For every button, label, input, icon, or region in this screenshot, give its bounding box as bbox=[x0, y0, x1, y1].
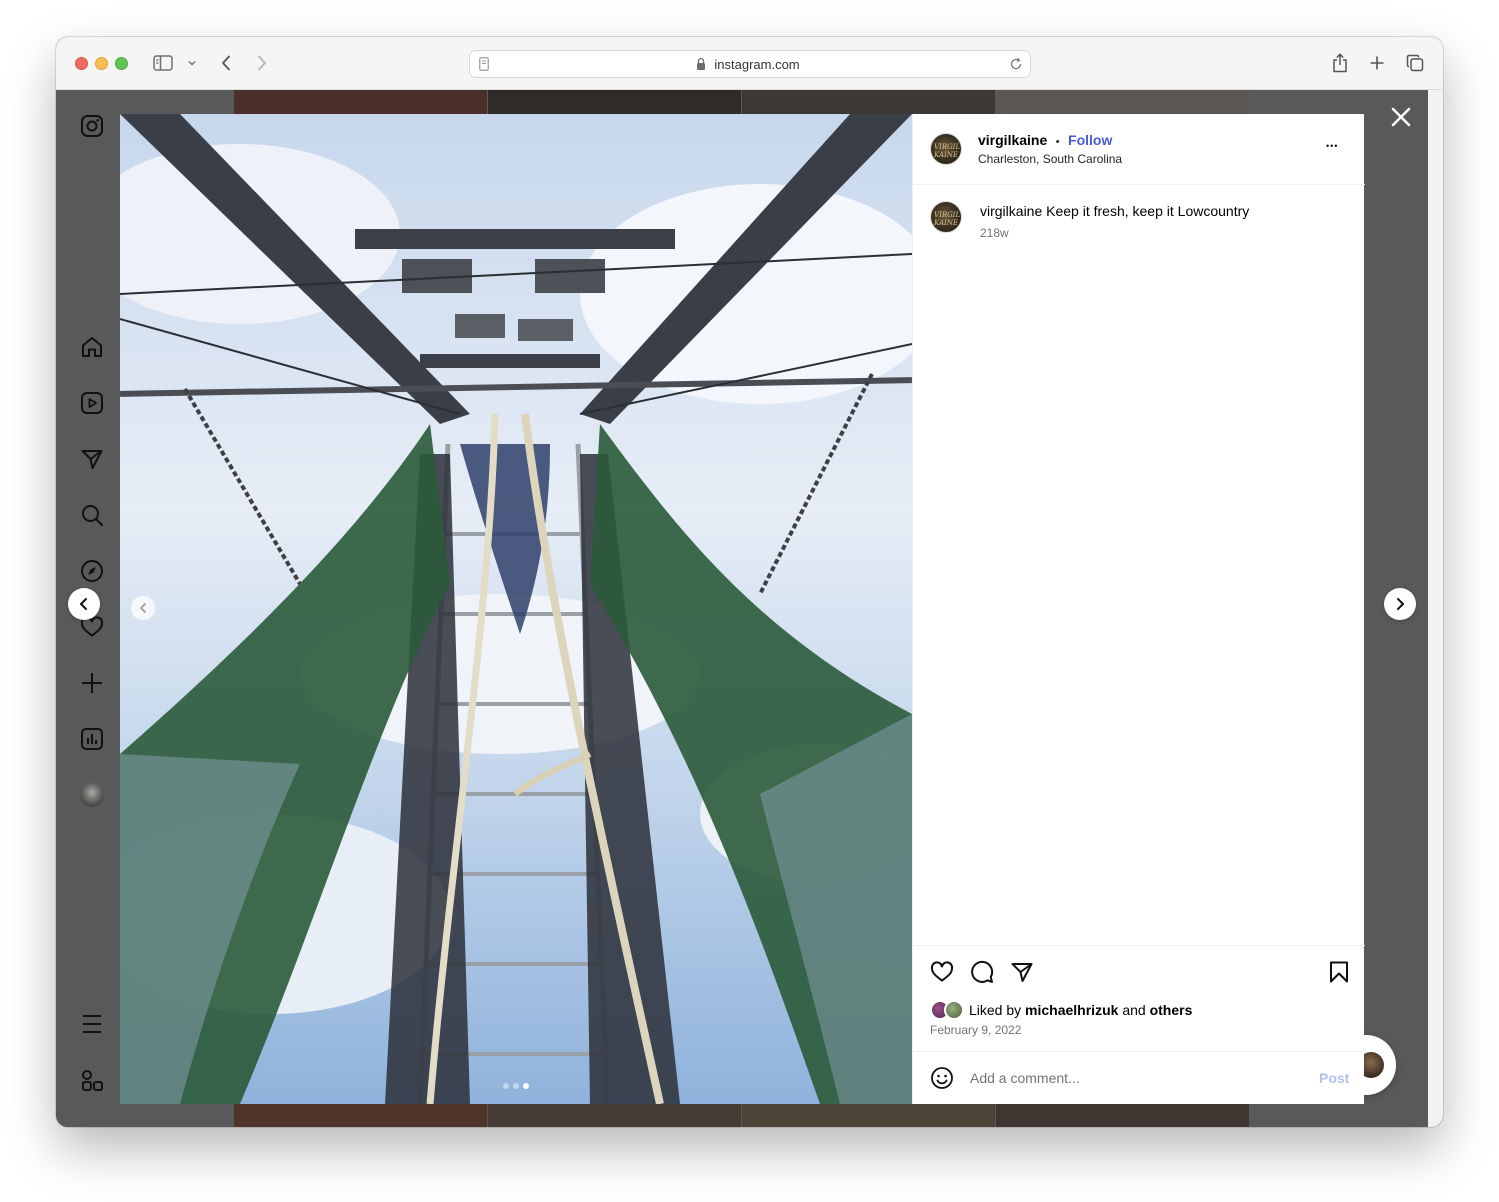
back-icon[interactable] bbox=[218, 51, 234, 75]
grid-thumbnail[interactable] bbox=[488, 90, 741, 114]
search-icon[interactable] bbox=[80, 503, 104, 527]
post-location[interactable]: Charleston, South Carolina bbox=[978, 152, 1122, 166]
grid-thumbnail[interactable] bbox=[234, 1104, 487, 1127]
separator-dot: • bbox=[1055, 136, 1060, 148]
grid-thumbnail[interactable] bbox=[742, 1104, 995, 1127]
carousel-dot bbox=[513, 1083, 519, 1089]
scrollbar[interactable] bbox=[1428, 90, 1443, 1127]
next-post-button[interactable] bbox=[1384, 588, 1416, 620]
avatar-logo-text: VIRGIL KAINE bbox=[934, 143, 961, 159]
chevron-down-icon[interactable] bbox=[186, 51, 198, 75]
comment-divider bbox=[913, 1051, 1365, 1052]
threads-apps-icon[interactable] bbox=[80, 1068, 104, 1092]
caption-age[interactable]: 218w bbox=[980, 226, 1009, 240]
browser-window: instagram.com VIRGIL KAINE virgilkaine •… bbox=[56, 37, 1443, 1127]
share-icon[interactable] bbox=[1010, 960, 1034, 984]
grid-thumbnail[interactable] bbox=[234, 90, 487, 114]
profile-avatar[interactable] bbox=[80, 783, 104, 807]
like-heart-icon[interactable] bbox=[930, 960, 954, 984]
comment-icon[interactable] bbox=[970, 960, 994, 984]
bookmark-icon[interactable] bbox=[1327, 960, 1351, 984]
liker-avatar[interactable] bbox=[944, 1000, 964, 1020]
avatar-logo-text: VIRGIL KAINE bbox=[934, 211, 961, 227]
post-comment-button[interactable]: Post bbox=[1319, 1070, 1349, 1086]
grid-thumbnail[interactable] bbox=[488, 1104, 741, 1127]
close-icon[interactable] bbox=[1389, 105, 1413, 129]
liked-others[interactable]: others bbox=[1150, 1002, 1193, 1018]
more-options-icon[interactable]: ••• bbox=[1326, 141, 1338, 151]
previous-post-button[interactable] bbox=[68, 588, 100, 620]
minimize-window-button[interactable] bbox=[95, 57, 108, 70]
carousel-dot bbox=[503, 1083, 509, 1089]
carousel-indicator bbox=[503, 1083, 529, 1089]
address-bar[interactable]: instagram.com bbox=[469, 50, 1031, 78]
instagram-logo-icon[interactable] bbox=[80, 114, 104, 138]
post-side-panel: VIRGIL KAINE virgilkaine • Follow Charle… bbox=[912, 114, 1365, 1104]
dashboard-icon[interactable] bbox=[80, 727, 104, 751]
post-header: VIRGIL KAINE virgilkaine • Follow Charle… bbox=[913, 114, 1365, 185]
reels-icon[interactable] bbox=[80, 391, 104, 415]
chevron-left-icon bbox=[80, 598, 87, 610]
liked-prefix: Liked by bbox=[969, 1002, 1022, 1018]
author-avatar[interactable]: VIRGIL KAINE bbox=[930, 133, 962, 165]
direct-icon[interactable] bbox=[80, 447, 104, 471]
author-username[interactable]: virgilkaine bbox=[978, 132, 1047, 148]
caption: virgilkaine Keep it fresh, keep it Lowco… bbox=[980, 202, 1350, 220]
sidebar-toggle-icon[interactable] bbox=[152, 51, 174, 75]
caption-text: Keep it fresh, keep it Lowcountry bbox=[1046, 203, 1250, 219]
grid-thumbnail[interactable] bbox=[996, 90, 1249, 114]
liked-username[interactable]: michaelhrizuk bbox=[1025, 1002, 1118, 1018]
new-tab-icon[interactable] bbox=[1367, 51, 1387, 75]
menu-icon[interactable] bbox=[80, 1012, 104, 1036]
caption-avatar[interactable]: VIRGIL KAINE bbox=[930, 201, 962, 233]
actions-divider bbox=[913, 945, 1365, 946]
post-modal: VIRGIL KAINE virgilkaine • Follow Charle… bbox=[120, 114, 1365, 1104]
maximize-window-button[interactable] bbox=[115, 57, 128, 70]
share-browser-icon[interactable] bbox=[1330, 51, 1350, 75]
shrimp-boat-nets-image bbox=[120, 114, 912, 1104]
post-date[interactable]: February 9, 2022 bbox=[930, 1023, 1021, 1037]
emoji-icon[interactable] bbox=[930, 1066, 954, 1090]
url-text: instagram.com bbox=[714, 57, 800, 72]
post-photo bbox=[120, 114, 912, 1104]
grid-thumbnail[interactable] bbox=[996, 1104, 1249, 1127]
liked-by: Liked by michaelhrizuk and others bbox=[969, 1002, 1192, 1018]
tab-overview-icon[interactable] bbox=[1404, 51, 1426, 75]
reload-icon[interactable] bbox=[1009, 57, 1023, 76]
forward-icon[interactable] bbox=[254, 51, 270, 75]
carousel-previous-button[interactable] bbox=[131, 596, 155, 620]
browser-toolbar: instagram.com bbox=[56, 37, 1443, 90]
liked-and: and bbox=[1122, 1002, 1146, 1018]
explore-icon[interactable] bbox=[80, 559, 104, 583]
create-icon[interactable] bbox=[80, 671, 104, 695]
chevron-right-icon bbox=[1397, 598, 1404, 610]
grid-thumbnail[interactable] bbox=[742, 90, 995, 114]
chevron-left-icon bbox=[140, 603, 146, 613]
follow-button[interactable]: Follow bbox=[1068, 132, 1112, 148]
home-icon[interactable] bbox=[80, 335, 104, 359]
comment-input[interactable]: Add a comment... bbox=[970, 1070, 1080, 1086]
caption-username[interactable]: virgilkaine bbox=[980, 203, 1042, 219]
carousel-dot-active bbox=[523, 1083, 529, 1089]
close-window-button[interactable] bbox=[75, 57, 88, 70]
